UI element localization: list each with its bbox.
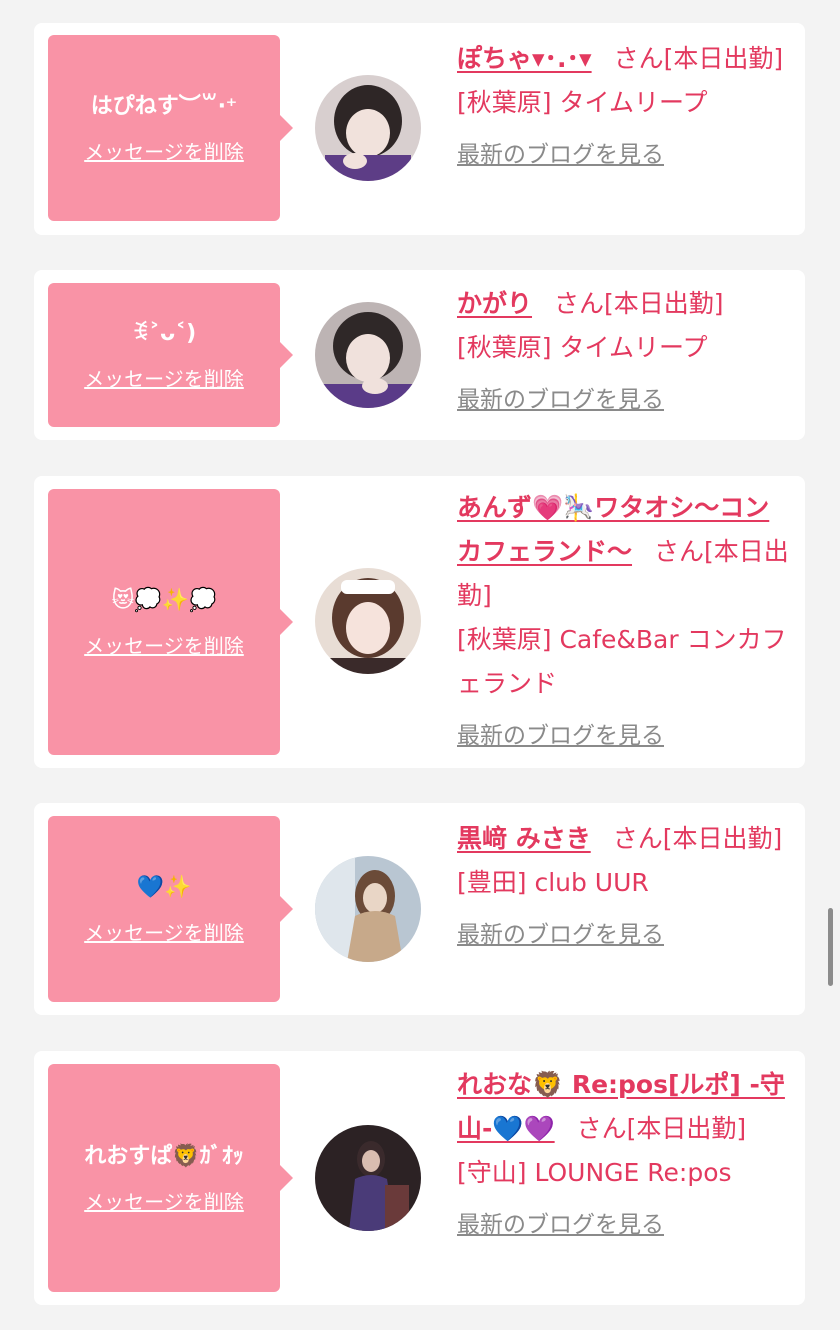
cast-name-link[interactable]: 黒﨑 みさき	[457, 824, 591, 853]
cast-shop: [秋葉原] Cafe&Bar コンカフェランド	[457, 625, 787, 698]
cast-shop: [守山] LOUNGE Re:pos	[457, 1158, 732, 1187]
cast-status: さん[本日出勤]	[554, 289, 724, 318]
message-bubble: ꉂ˃ᴗ˂) メッセージを削除	[48, 283, 293, 427]
latest-blog-link[interactable]: 最新のブログを見る	[457, 1203, 664, 1247]
latest-blog-link[interactable]: 最新のブログを見る	[457, 714, 664, 758]
message-bubble: 😻💭✨💭 メッセージを削除	[48, 489, 293, 755]
cast-info: 黒﨑 みさき さん[本日出勤] [豊田] club UUR 最新のブログを見る	[457, 817, 793, 957]
message-text: れおすぱ🦁ｶﾞｵｯ	[84, 1143, 244, 1169]
delete-message-link[interactable]: メッセージを削除	[84, 1186, 244, 1215]
scrollbar[interactable]	[828, 908, 833, 986]
message-bubble: 💙✨ メッセージを削除	[48, 816, 293, 1002]
latest-blog-link[interactable]: 最新のブログを見る	[457, 378, 664, 422]
delete-message-link[interactable]: メッセージを削除	[84, 136, 244, 165]
message-bubble: はぴねす︶꒳‧⁺ メッセージを削除	[48, 35, 293, 221]
cast-info: ぽちゃ▾･.･▾ さん[本日出勤] [秋葉原] タイムリープ 最新のブログを見る	[457, 37, 793, 177]
delete-message-link[interactable]: メッセージを削除	[84, 630, 244, 659]
cast-status: さん[本日出勤]	[613, 44, 784, 73]
cast-status: さん[本日出勤]	[576, 1114, 747, 1143]
message-text: はぴねす︶꒳‧⁺	[90, 93, 238, 119]
cast-shop: [秋葉原] タイムリープ	[457, 88, 708, 117]
cast-info: あんず💗🎠ワタオシ〜コンカフェランド〜 さん[本日出勤] [秋葉原] Cafe&B…	[457, 486, 793, 758]
latest-blog-link[interactable]: 最新のブログを見る	[457, 913, 664, 957]
message-text: 💙✨	[136, 874, 192, 900]
cast-info: かがり さん[本日出勤] [秋葉原] タイムリープ 最新のブログを見る	[457, 282, 793, 422]
message-card: れおすぱ🦁ｶﾞｵｯ メッセージを削除 れおな🦁 Re:pos[ルポ] -守山-💙…	[34, 1051, 805, 1305]
avatar[interactable]	[315, 302, 421, 408]
message-card: 😻💭✨💭 メッセージを削除 あんず💗🎠ワタオシ〜コンカフェランド〜 さん[本日出勤…	[34, 476, 805, 768]
avatar[interactable]	[315, 856, 421, 962]
message-text: 😻💭✨💭	[111, 587, 217, 613]
cast-status: さん[本日出勤]	[612, 824, 783, 853]
avatar[interactable]	[315, 1125, 421, 1231]
delete-message-link[interactable]: メッセージを削除	[84, 917, 244, 946]
avatar[interactable]	[315, 568, 421, 674]
message-card: 💙✨ メッセージを削除 黒﨑 みさき さん[本日出勤] [豊田] club UUR…	[34, 803, 805, 1015]
cast-name-link[interactable]: かがり	[457, 289, 532, 318]
cast-shop: [秋葉原] タイムリープ	[457, 333, 708, 362]
latest-blog-link[interactable]: 最新のブログを見る	[457, 133, 664, 177]
delete-message-link[interactable]: メッセージを削除	[84, 363, 244, 392]
message-card: ꉂ˃ᴗ˂) メッセージを削除 かがり さん[本日出勤] [秋葉原] タイムリープ …	[34, 270, 805, 440]
cast-shop: [豊田] club UUR	[457, 868, 649, 897]
avatar[interactable]	[315, 75, 421, 181]
cast-name-link[interactable]: ぽちゃ▾･.･▾	[457, 44, 592, 73]
message-bubble: れおすぱ🦁ｶﾞｵｯ メッセージを削除	[48, 1064, 293, 1292]
message-card: はぴねす︶꒳‧⁺ メッセージを削除 ぽちゃ▾･.･▾ さん[本日出勤] [秋葉原]…	[34, 23, 805, 235]
cast-info: れおな🦁 Re:pos[ルポ] -守山-💙💜 さん[本日出勤] [守山] LOUN…	[457, 1063, 793, 1247]
message-text: ꉂ˃ᴗ˂)	[131, 320, 197, 346]
